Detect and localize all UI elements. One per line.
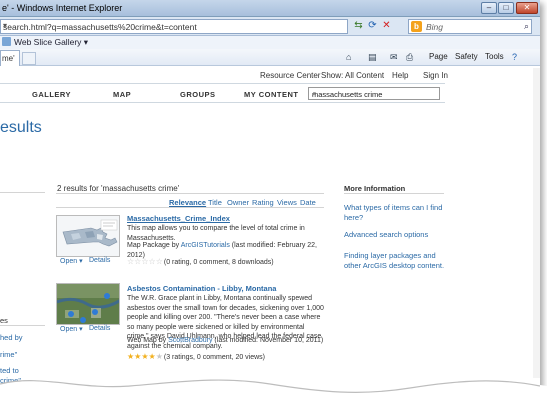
sidebar-link[interactable]: rime" [0, 350, 17, 359]
rating-text: (0 rating, 0 comment, 8 downloads) [163, 259, 274, 266]
owner-link[interactable]: ScottBradbury [168, 337, 212, 344]
menu-safety[interactable]: Safety [455, 52, 478, 61]
compatibility-icon[interactable]: ⇆ [352, 20, 365, 32]
sidebar-heading: es [0, 316, 8, 325]
site-nav: GALLERY MAP GROUPS MY CONTENT massachuse… [0, 83, 445, 103]
stop-icon[interactable]: ✕ [380, 20, 393, 32]
star-icon: ★ [155, 352, 163, 361]
close-icon[interactable]: ✕ [516, 2, 538, 14]
divider [0, 325, 45, 326]
owner-link[interactable]: ArcGISTutorials [181, 242, 230, 249]
rating-text: (3 ratings, 0 comment, 20 views) [163, 354, 266, 361]
sort-title[interactable]: Title [208, 198, 222, 207]
feeds-icon[interactable]: ▤ [368, 52, 379, 62]
result-rating: ☆☆☆☆☆(0 rating, 0 comment, 8 downloads) [127, 257, 274, 266]
result-meta: Web Map by ScottBradbury (last modified:… [127, 336, 327, 346]
site-search-input[interactable]: massachusetts crime ⌕ [308, 87, 440, 100]
title-bar: e' - Windows Internet Explorer – □ ✕ [0, 0, 540, 17]
address-bar-row: search.html?q=massachusetts%20crime&t=co… [0, 17, 540, 36]
nav-my-content[interactable]: MY CONTENT [244, 90, 298, 99]
result-rating: ★★★★★(3 ratings, 0 comment, 20 views) [127, 352, 265, 361]
print-icon[interactable]: ⎙ [406, 52, 417, 62]
chevron-down-icon[interactable]: ▾ [3, 21, 345, 30]
address-input[interactable]: search.html?q=massachusetts%20crime&t=co… [0, 19, 348, 34]
result-title[interactable]: Massachusetts_Crime_Index [127, 214, 230, 223]
result-thumbnail[interactable] [56, 215, 120, 257]
nav-gallery[interactable]: GALLERY [32, 90, 71, 99]
search-icon[interactable]: ⌕ [312, 88, 437, 99]
open-button[interactable]: Open ▾ [60, 325, 83, 333]
divider [56, 193, 324, 194]
torn-edge [0, 379, 547, 413]
result-type: Map Package by [127, 242, 181, 249]
minimize-icon[interactable]: – [481, 2, 497, 14]
sidebar-link[interactable]: hed by [0, 333, 23, 342]
result-thumbnail[interactable] [56, 283, 120, 325]
window-title: e' - Windows Internet Explorer [2, 3, 123, 13]
page-title: esults [0, 119, 42, 136]
browser-tab[interactable]: me' [0, 50, 20, 66]
star-icon: ☆☆☆☆☆ [127, 257, 163, 266]
open-label: Open [60, 258, 78, 265]
sort-owner[interactable]: Owner [227, 198, 249, 207]
sort-date[interactable]: Date [300, 198, 316, 207]
show-content-dropdown[interactable]: Show: All Content [321, 71, 384, 80]
sort-views[interactable]: Views [277, 198, 297, 207]
result-count: 2 results for 'massachusetts crime' [57, 184, 180, 193]
more-info-link[interactable]: Finding layer packages and other ArcGIS … [344, 251, 452, 270]
help-icon[interactable]: ? [512, 52, 523, 62]
menu-page[interactable]: Page [429, 52, 448, 61]
web-slice-icon [2, 37, 11, 46]
home-icon[interactable]: ⌂ [346, 52, 357, 62]
favorites-item-label: Web Slice Gallery [14, 37, 82, 47]
result-modified: (last modified: November 10, 2011) [212, 337, 324, 344]
details-link[interactable]: Details [89, 257, 110, 264]
tab-label: me' [2, 54, 15, 63]
sort-rating[interactable]: Rating [252, 198, 274, 207]
nav-groups[interactable]: GROUPS [180, 90, 216, 99]
favorites-item-web-slice[interactable]: Web Slice Gallery ▾ [2, 37, 88, 48]
libby-map-thumbnail [57, 284, 119, 324]
browser-window: e' - Windows Internet Explorer – □ ✕ sea… [0, 0, 540, 400]
more-info-heading: More Information [344, 184, 406, 193]
star-icon: ★★★★ [127, 352, 156, 361]
maximize-icon[interactable]: □ [498, 2, 514, 14]
resource-center-link[interactable]: Resource Center [260, 71, 320, 80]
favorites-bar: Web Slice Gallery ▾ [0, 36, 540, 49]
nav-map[interactable]: MAP [113, 90, 131, 99]
sign-in-link[interactable]: Sign In [423, 71, 448, 80]
tab-strip [0, 66, 540, 68]
divider [0, 192, 45, 193]
open-label: Open [60, 326, 78, 333]
command-bar: me' ⌂ ▤ ✉ ⎙ Page Safety Tools ? [0, 49, 540, 66]
bing-icon: b [411, 21, 422, 32]
help-link[interactable]: Help [392, 71, 408, 80]
divider [344, 193, 444, 194]
search-icon[interactable]: ⌕ [524, 21, 529, 32]
details-link[interactable]: Details [89, 325, 110, 332]
result-title[interactable]: Asbestos Contamination - Libby, Montana [127, 284, 276, 293]
more-info-link[interactable]: Advanced search options [344, 230, 452, 240]
massachusetts-map-thumbnail [57, 216, 119, 256]
menu-tools[interactable]: Tools [485, 52, 504, 61]
new-tab-button[interactable] [22, 52, 36, 65]
divider [56, 207, 324, 208]
refresh-icon[interactable]: ⟳ [366, 20, 379, 32]
browser-search-field[interactable]: b Bing ⌕ [408, 19, 532, 34]
more-info-link[interactable]: What types of items can I find here? [344, 203, 452, 222]
mail-icon[interactable]: ✉ [390, 52, 401, 62]
sort-relevance[interactable]: Relevance [169, 198, 206, 207]
scrollbar[interactable] [533, 68, 540, 378]
result-type: Web Map by [127, 337, 169, 344]
open-button[interactable]: Open ▾ [60, 257, 83, 265]
search-placeholder: Bing [426, 22, 444, 32]
